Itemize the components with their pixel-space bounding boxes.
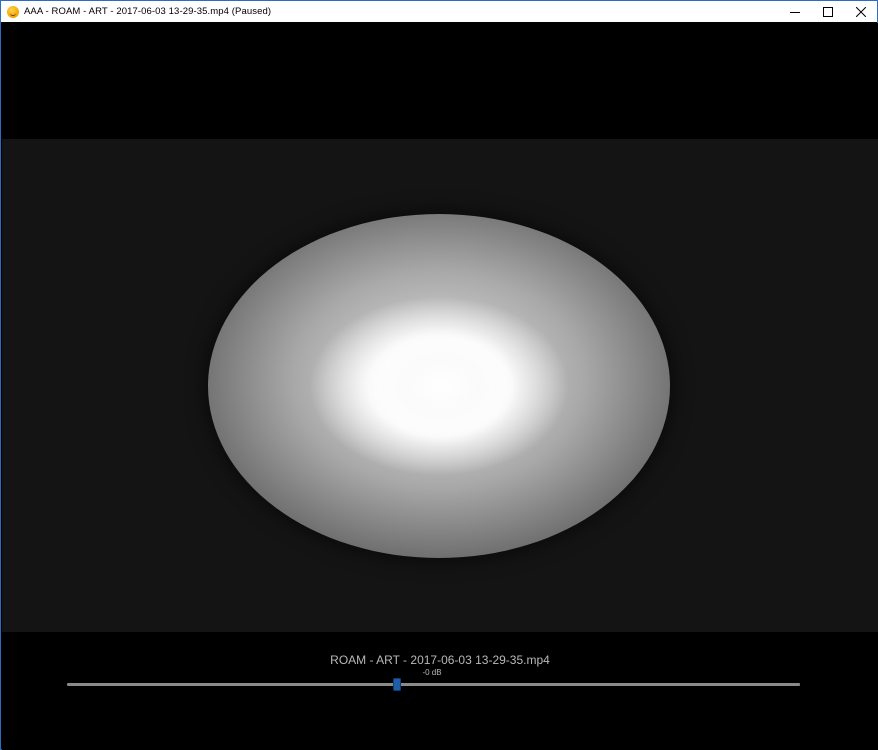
window-title: AAA - ROAM - ART - 2017-06-03 13-29-35.m…	[24, 6, 272, 17]
seek-thumb[interactable]	[392, 678, 401, 691]
minimize-icon	[789, 11, 800, 13]
window-controls	[778, 1, 877, 22]
player-window: AAA - ROAM - ART - 2017-06-03 13-29-35.m…	[0, 0, 878, 750]
maximize-button[interactable]	[811, 1, 844, 22]
close-icon	[855, 6, 866, 17]
title-bar[interactable]: AAA - ROAM - ART - 2017-06-03 13-29-35.m…	[1, 1, 877, 22]
close-button[interactable]	[844, 1, 877, 22]
media-title: ROAM - ART - 2017-06-03 13-29-35.mp4	[330, 653, 550, 667]
volume-level-label: -0 dB	[422, 668, 442, 677]
video-frame	[2, 139, 878, 632]
video-viewport[interactable]	[2, 23, 878, 633]
playback-controls: ROAM - ART - 2017-06-03 13-29-35.mp4 -0 …	[2, 633, 878, 750]
smiley-app-icon[interactable]	[7, 5, 19, 18]
seek-bar[interactable]	[67, 683, 800, 686]
orb-highlight	[372, 334, 512, 438]
minimize-button[interactable]	[778, 1, 811, 22]
maximize-icon	[822, 6, 833, 17]
glowing-orb-image	[208, 214, 670, 558]
